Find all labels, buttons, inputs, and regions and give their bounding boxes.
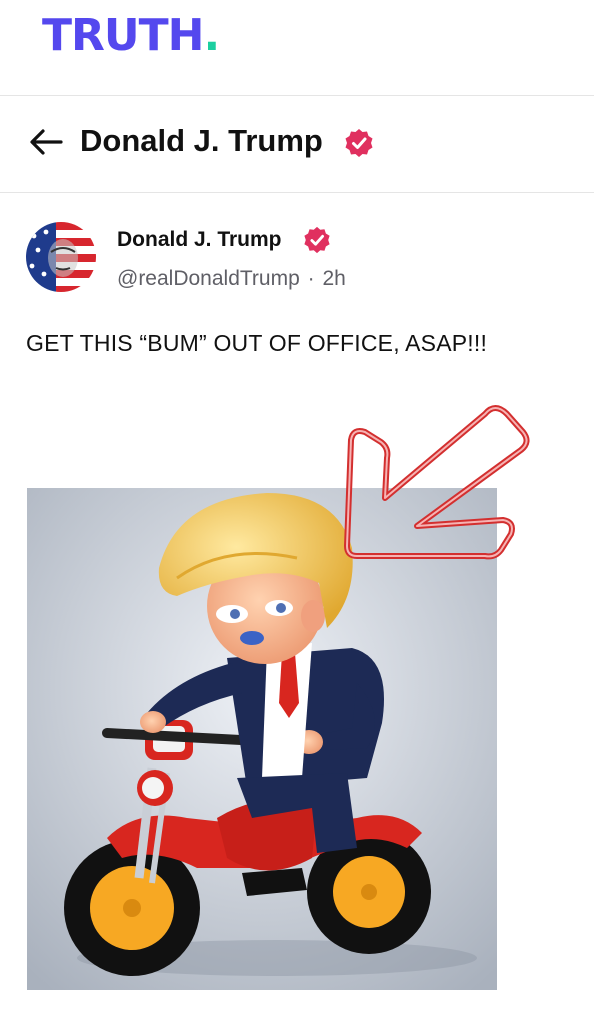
brand-bar: TRUTH. [0, 0, 594, 96]
arrow-left-icon[interactable] [28, 126, 64, 158]
avatar[interactable] [26, 222, 96, 292]
post-author-handle: @realDonaldTrump · 2h [117, 267, 346, 291]
verified-badge-icon [345, 129, 373, 157]
post-author-name[interactable]: Donald J. Trump [117, 228, 282, 252]
handle-text[interactable]: @realDonaldTrump [117, 267, 300, 290]
red-outlined-arrow-icon [344, 405, 530, 560]
truth-logo[interactable]: TRUTH. [42, 14, 220, 58]
meta-separator: · [307, 267, 315, 290]
post-card[interactable]: Donald J. Trump @realDonaldTrump · 2h GE… [0, 193, 594, 1024]
profile-header: Donald J. Trump [0, 96, 594, 193]
avatar-flag-portrait-image [26, 222, 96, 292]
post-text: GET THIS “BUM” OUT OF OFFICE, ASAP!!! [26, 330, 488, 356]
profile-name-title: Donald J. Trump [80, 123, 323, 158]
post-timestamp[interactable]: 2h [322, 267, 345, 290]
verified-badge-icon [304, 226, 330, 254]
